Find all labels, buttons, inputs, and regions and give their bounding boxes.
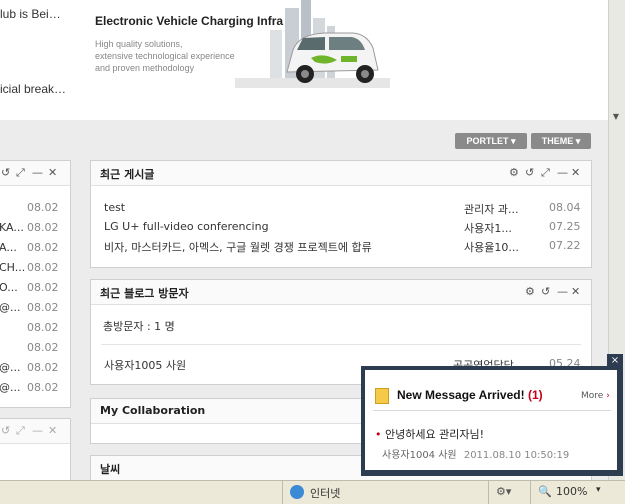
theme-button[interactable]: THEME ▾	[531, 133, 591, 149]
maximize-icon[interactable]: ⤢	[16, 166, 25, 180]
post-title[interactable]: LG U+ full-video conferencing	[104, 220, 269, 233]
list-item[interactable]: @...	[0, 301, 21, 314]
post-author: 사용자1...	[464, 222, 512, 235]
popup-body: New Message Arrived! (1) More › • 안녕하세요 …	[365, 370, 617, 470]
list-item-date: 08.02	[27, 301, 59, 314]
chevron-down-icon: ▾	[510, 136, 516, 146]
message-sender: 사용자1004 사원	[382, 450, 457, 461]
theme-button-label: THEME	[541, 136, 574, 146]
refresh-icon[interactable]: ↺	[1, 166, 10, 179]
message-timestamp: 2011.08.10 10:50:19	[463, 450, 570, 461]
browser-statusbar: 인터넷 ⚙▾ 🔍 100% ▾	[0, 480, 625, 504]
news-fragment-1[interactable]: lub is Bei…	[0, 7, 61, 21]
collaboration-title: My Collaboration	[100, 404, 206, 417]
list-item-date: 08.02	[27, 361, 59, 374]
zoom-level[interactable]: 100%	[556, 485, 587, 498]
news-fragment-2[interactable]: icial break…	[0, 82, 66, 96]
popup-heading-text: New Message Arrived!	[397, 388, 525, 402]
recent-posts-title: 최근 게시글	[100, 168, 155, 181]
list-item[interactable]: CH...	[0, 261, 25, 274]
close-icon[interactable]: ✕	[571, 285, 580, 298]
post-date: 07.25	[549, 220, 581, 233]
electric-car-illustration	[235, 0, 390, 88]
post-date: 08.04	[549, 201, 581, 214]
minimize-icon[interactable]: —	[32, 424, 43, 437]
list-item[interactable]: KA...	[0, 221, 24, 234]
left-portlet-header: ↺ ⤢ — ✕	[0, 161, 70, 186]
maximize-icon[interactable]: ⤢	[541, 166, 550, 180]
settings-icon[interactable]: ⚙	[509, 166, 519, 179]
more-link-label: More	[581, 391, 604, 401]
recent-posts-header: 최근 게시글 ⚙ ↺ ⤢ — ✕	[91, 161, 591, 186]
blog-visitors-title: 최근 블로그 방문자	[100, 287, 189, 300]
chevron-right-icon: ›	[606, 391, 610, 401]
close-icon[interactable]: ✕	[48, 424, 57, 437]
refresh-icon[interactable]: ↺	[525, 166, 534, 179]
divider	[373, 410, 611, 411]
visitor-name[interactable]: 사용자1005 사원	[104, 357, 186, 373]
protected-mode-icon[interactable]: ⚙▾	[496, 485, 511, 498]
list-item-date: 08.02	[27, 381, 59, 394]
list-item[interactable]: @...	[0, 381, 21, 394]
note-icon	[375, 388, 389, 404]
message-text: 안녕하세요 관리자님!	[385, 428, 484, 441]
list-item-date: 08.02	[27, 201, 59, 214]
popup-heading: New Message Arrived! (1)	[397, 388, 543, 402]
minimize-icon[interactable]: —	[557, 285, 568, 298]
refresh-icon[interactable]: ↺	[1, 424, 10, 437]
message-meta: 사용자1004 사원 2011.08.10 10:50:19	[382, 446, 569, 461]
visitor-total: 총방문자 : 1 명	[103, 320, 175, 333]
zoom-icon: 🔍	[538, 485, 552, 498]
chevron-down-icon: ▾	[575, 136, 581, 146]
close-icon[interactable]: ✕	[48, 166, 57, 179]
divider	[101, 344, 581, 345]
list-item[interactable]: O...	[0, 281, 18, 294]
weather-title: 날씨	[100, 463, 121, 476]
list-item-date: 08.02	[27, 221, 59, 234]
more-link[interactable]: More ›	[581, 391, 610, 401]
list-item-date: 08.02	[27, 241, 59, 254]
list-item-date: 08.02	[27, 321, 59, 334]
scroll-down-arrow-icon[interactable]: ▼	[610, 112, 622, 126]
post-title[interactable]: test	[104, 201, 125, 214]
left-portlet-2: ↺ ⤢ — ✕	[0, 418, 71, 482]
left-portlet: ↺ ⤢ — ✕ 08.02 KA... 08.02 A... 08.02 CH...…	[0, 160, 71, 408]
portlet-button-label: PORTLET	[466, 136, 509, 146]
portlet-button[interactable]: PORTLET ▾	[455, 133, 527, 149]
new-message-popup: New Message Arrived! (1) More › • 안녕하세요 …	[361, 366, 623, 476]
list-item[interactable]: @...	[0, 361, 21, 374]
refresh-icon[interactable]: ↺	[541, 285, 550, 298]
list-item-date: 08.02	[27, 281, 59, 294]
left-portlet-2-header: ↺ ⤢ — ✕	[0, 419, 70, 444]
statusbar-divider	[282, 481, 283, 504]
message-item[interactable]: • 안녕하세요 관리자님!	[375, 426, 484, 442]
post-author: 관리자 과...	[464, 203, 519, 216]
settings-icon[interactable]: ⚙	[525, 285, 535, 298]
close-icon[interactable]: ✕	[571, 166, 580, 179]
globe-icon	[290, 485, 304, 499]
list-item-date: 08.02	[27, 261, 59, 274]
post-author: 사용율10...	[464, 241, 519, 254]
blog-visitors-header: 최근 블로그 방문자 ⚙ ↺ — ✕	[91, 280, 591, 305]
message-count: (1)	[527, 388, 543, 402]
minimize-icon[interactable]: —	[557, 166, 568, 179]
post-date: 07.22	[549, 239, 581, 252]
statusbar-divider	[530, 481, 531, 504]
chevron-down-icon[interactable]: ▾	[596, 485, 601, 495]
bullet-icon: •	[375, 428, 382, 441]
list-item-date: 08.02	[27, 341, 59, 354]
maximize-icon[interactable]: ⤢	[16, 424, 25, 438]
minimize-icon[interactable]: —	[32, 166, 43, 179]
list-item[interactable]: A...	[0, 241, 17, 254]
post-title[interactable]: 비자, 마스터카드, 아멕스, 구글 월렛 경쟁 프로젝트에 합류	[104, 239, 372, 255]
security-zone[interactable]: 인터넷	[310, 485, 340, 501]
statusbar-divider	[488, 481, 489, 504]
recent-posts-portlet: 최근 게시글 ⚙ ↺ ⤢ — ✕ test 관리자 과... 08.04 LG …	[90, 160, 592, 268]
